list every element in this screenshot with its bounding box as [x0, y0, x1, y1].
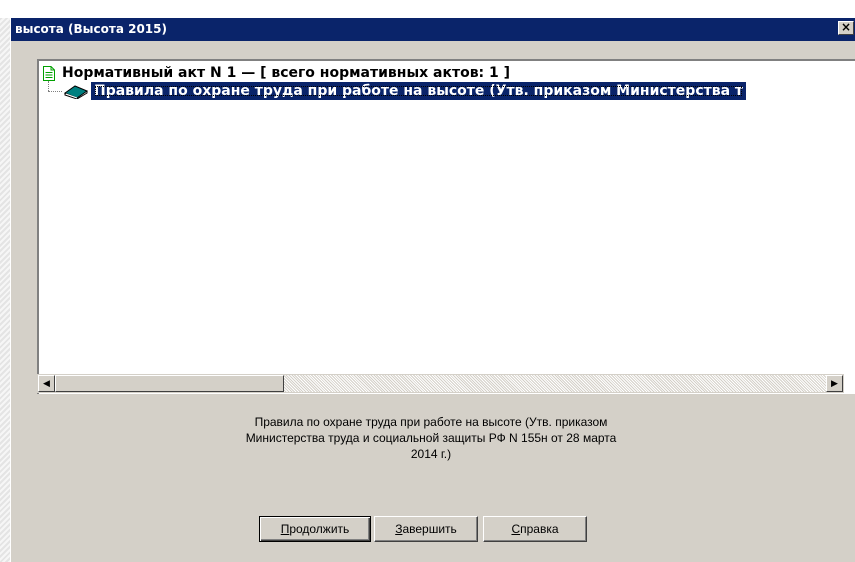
book-icon	[63, 85, 89, 99]
scroll-left-button[interactable]: ◀	[38, 375, 55, 392]
tree-root-label: Нормативный акт N 1 — [ всего нормативны…	[62, 65, 511, 81]
document-icon	[43, 66, 55, 81]
description-line: Правила по охране труда при работе на вы…	[254, 415, 608, 429]
background-edge	[0, 18, 10, 562]
tree-view[interactable]: Нормативный акт N 1 — [ всего нормативны…	[37, 59, 855, 394]
finish-button[interactable]: Завершить	[374, 516, 478, 542]
help-label: правка	[520, 522, 559, 536]
dialog-window: высота (Высота 2015) × Нормативный акт N…	[10, 18, 855, 562]
scroll-thumb[interactable]	[55, 375, 284, 392]
continue-label: родолжить	[289, 522, 350, 536]
description-text: Правила по охране труда при работе на вы…	[181, 414, 681, 462]
continue-button[interactable]: Продолжить	[259, 516, 371, 542]
top-strip	[0, 0, 855, 18]
window-title: высота (Высота 2015)	[15, 22, 167, 36]
tree-connector-horizontal	[48, 91, 62, 92]
tree-child-node-selected[interactable]: Правила по охране труда при работе на вы…	[91, 82, 747, 100]
tree-connector-vertical	[48, 81, 49, 91]
scroll-right-button[interactable]: ▶	[826, 375, 843, 392]
description-line: Министерства труда и социальной защиты Р…	[245, 431, 617, 445]
finish-label: авершить	[402, 522, 457, 536]
horizontal-scrollbar[interactable]: ◀ ▶	[37, 374, 844, 393]
description-line: 2014 г.)	[410, 447, 452, 461]
help-accel: С	[511, 522, 521, 536]
title-bar[interactable]: высота (Высота 2015) ×	[11, 18, 855, 41]
help-button[interactable]: Справка	[483, 516, 587, 542]
close-button[interactable]: ×	[838, 21, 854, 35]
